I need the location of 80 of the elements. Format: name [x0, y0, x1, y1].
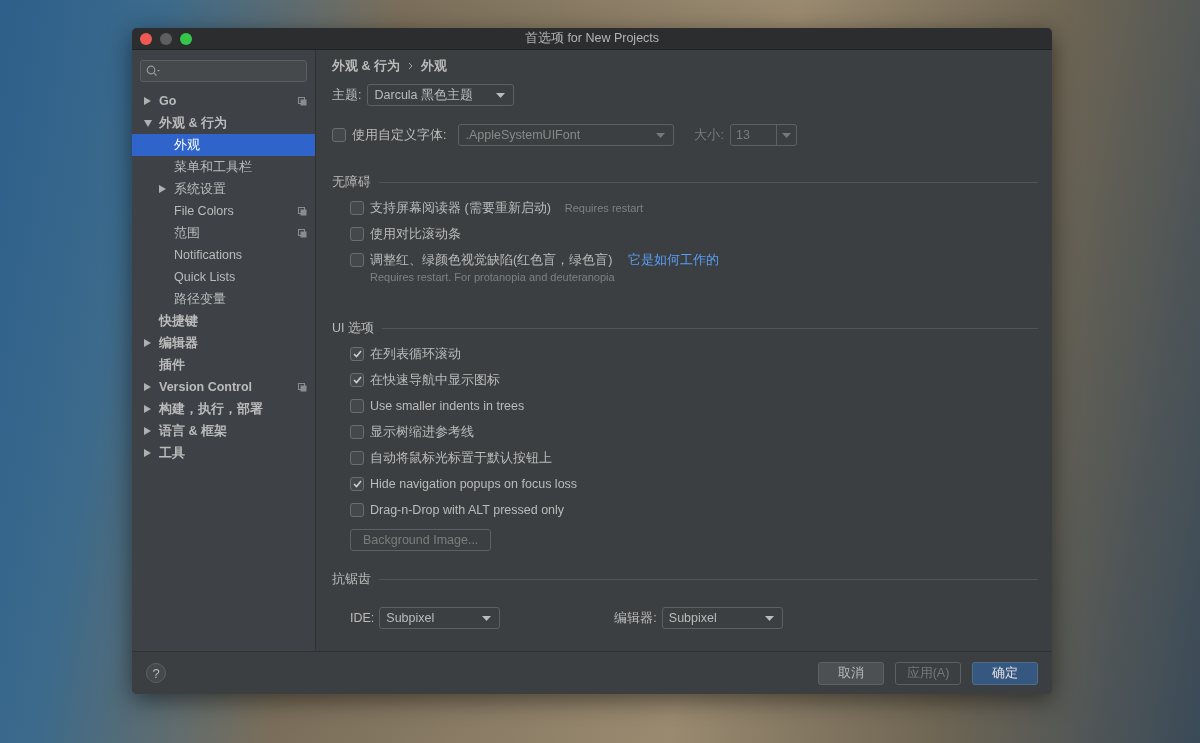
help-button[interactable]: ? [146, 663, 166, 683]
sidebar-item[interactable]: Go [132, 90, 315, 112]
caret-icon [496, 92, 506, 98]
sidebar-item[interactable]: 插件 [132, 354, 315, 376]
cancel-button[interactable]: 取消 [818, 661, 884, 685]
sidebar-item[interactable]: 语言 & 框架 [132, 420, 315, 442]
breadcrumb-item: 外观 [421, 57, 447, 75]
help-link[interactable]: 它是如何工作的 [628, 251, 720, 269]
option-label: 支持屏幕阅读器 (需要重新启动) [370, 199, 551, 217]
option-label: Hide navigation popups on focus loss [370, 477, 578, 491]
checkbox[interactable] [332, 128, 346, 142]
checkmark-icon [352, 480, 362, 488]
triangle-right-icon[interactable] [144, 449, 151, 457]
sidebar-item[interactable]: 范围 [132, 222, 315, 244]
theme-dropdown[interactable]: Darcula 黑色主题 [367, 84, 515, 106]
caret-icon [781, 132, 791, 138]
window-title: 首选项 for New Projects [523, 30, 661, 47]
checkmark-icon [352, 350, 362, 358]
ok-button[interactable]: 确定 [972, 661, 1038, 685]
search-icon [146, 65, 160, 77]
font-dropdown[interactable]: .AppleSystemUIFont [458, 124, 675, 146]
sidebar-item[interactable]: 构建，执行，部署 [132, 398, 315, 420]
checkbox[interactable] [350, 227, 364, 241]
section-title: 无障碍 [332, 173, 371, 191]
checkbox[interactable] [350, 425, 364, 439]
option-label: Drag-n-Drop with ALT pressed only [370, 503, 565, 517]
sidebar-item[interactable]: File Colors [132, 200, 315, 222]
checkbox[interactable] [350, 399, 364, 413]
note-text: Requires restart. For protanopia and deuteranopia [370, 271, 616, 285]
sidebar-item[interactable]: 路径变量 [132, 288, 315, 310]
chevron-right-icon [408, 62, 413, 70]
size-label: 大小: [694, 126, 724, 144]
option-label: 使用对比滚动条 [370, 225, 461, 243]
caret-icon [482, 615, 492, 621]
checkbox[interactable] [350, 451, 364, 465]
checkbox[interactable] [350, 347, 364, 361]
option-label: Use smaller indents in trees [370, 399, 525, 413]
zoom-button[interactable] [180, 32, 192, 45]
checkbox[interactable] [350, 373, 364, 387]
sidebar-item[interactable]: Version Control [132, 376, 315, 398]
triangle-right-icon[interactable] [144, 339, 151, 347]
section-title: UI 选项 [332, 319, 374, 337]
triangle-down-icon[interactable] [144, 119, 152, 127]
option-label: 自动将鼠标光标置于默认按钮上 [370, 449, 552, 467]
sidebar-item[interactable]: 系统设置 [132, 178, 315, 200]
triangle-right-icon[interactable] [159, 185, 166, 193]
sidebar-item[interactable]: 外观 [132, 134, 315, 156]
antialiasing-dropdown[interactable]: Subpixel [661, 607, 783, 629]
sidebar-item[interactable]: 外观 & 行为 [132, 112, 315, 134]
breadcrumb-item: 外观 & 行为 [332, 57, 400, 75]
sidebar-item[interactable]: Quick Lists [132, 266, 315, 288]
option-label: 使用自定义字体: [352, 126, 447, 144]
theme-label: 主题: [332, 86, 362, 104]
option-label: 调整红、绿颜色视觉缺陷(红色盲，绿色盲) [370, 251, 613, 269]
sidebar-item[interactable]: 编辑器 [132, 332, 315, 354]
sidebar-item[interactable]: 菜单和工具栏 [132, 156, 315, 178]
triangle-right-icon[interactable] [144, 405, 151, 413]
checkbox[interactable] [350, 201, 364, 215]
triangle-right-icon[interactable] [144, 97, 151, 105]
select-label: 编辑器: [614, 609, 657, 627]
sidebar-item[interactable]: Notifications [132, 244, 315, 266]
caret-icon [656, 132, 666, 138]
checkbox[interactable] [350, 477, 364, 491]
triangle-right-icon[interactable] [144, 427, 151, 435]
select-label: IDE: [350, 611, 375, 625]
close-button[interactable] [140, 32, 152, 45]
hint-text: Requires restart [564, 202, 644, 214]
caret-icon [764, 615, 774, 621]
sidebar-item[interactable]: 快捷键 [132, 310, 315, 332]
antialiasing-dropdown[interactable]: Subpixel [379, 607, 501, 629]
section-title: 抗锯齿 [332, 570, 371, 588]
option-label: 在列表循环滚动 [370, 345, 461, 363]
search-field[interactable] [140, 60, 307, 82]
option-label: 在快速导航中显示图标 [370, 371, 500, 389]
option-label: 显示树缩进参考线 [370, 423, 474, 441]
checkmark-icon [352, 376, 362, 384]
sidebar-item[interactable]: 工具 [132, 442, 315, 464]
triangle-right-icon[interactable] [144, 383, 151, 391]
checkbox[interactable] [350, 503, 364, 517]
checkbox[interactable] [350, 253, 364, 267]
